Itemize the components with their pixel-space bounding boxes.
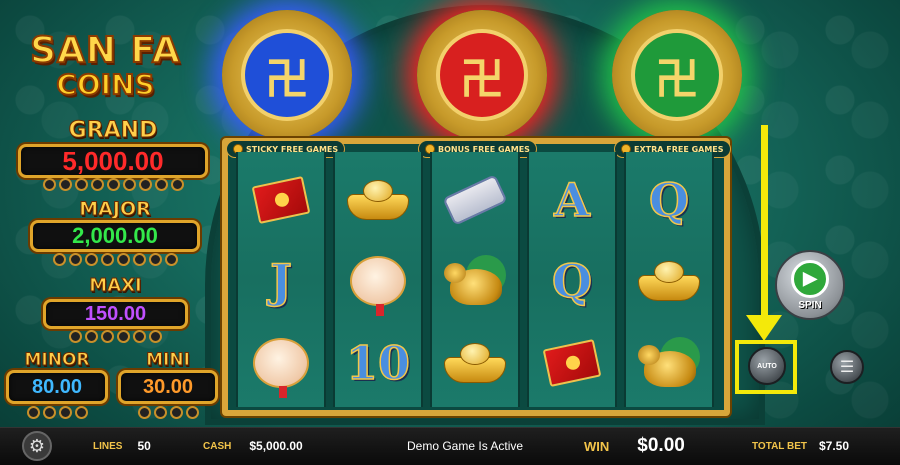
play-arrow-icon: ▶	[791, 259, 829, 298]
symbol-scroll	[435, 162, 515, 238]
jackpot-major-value: 2,000.00	[30, 220, 200, 252]
total-bet-label: TOTAL BET	[752, 440, 807, 452]
blue-medallion: 卍	[222, 10, 352, 140]
shou-symbol-icon: 卍	[655, 54, 699, 105]
jackpot-minor-label: MINOR	[24, 350, 90, 371]
total-bet-display: TOTAL BET $7.50	[752, 427, 849, 465]
jackpot-minor-dots	[6, 406, 108, 419]
total-bet-value: $7.50	[819, 439, 850, 453]
win-label: WIN	[584, 438, 610, 454]
jackpot-maxi-label: MAXI	[89, 275, 142, 297]
shou-symbol-icon: 卍	[265, 54, 309, 105]
logo-line2: COINS	[55, 67, 155, 102]
jackpot-mini-value: 30.00	[118, 370, 218, 404]
jackpot-maxi: MAXI 150.00	[43, 275, 188, 345]
symbol-gold-ingot	[629, 243, 709, 319]
symbol-lantern	[338, 243, 418, 319]
red-medallion: 卍	[417, 10, 547, 140]
symbol-a: A	[553, 172, 590, 228]
jackpot-grand-label: GRAND	[68, 118, 158, 144]
red-envelope-icon	[251, 176, 311, 224]
symbol-q: Q	[648, 172, 690, 228]
symbol-red-envelope	[532, 325, 612, 401]
game-logo: SAN FA COINS	[8, 29, 203, 105]
win-value: $0.00	[637, 435, 685, 456]
lantern-icon	[253, 338, 309, 398]
status-message: Demo Game Is Active	[407, 439, 524, 453]
gold-ingot-icon	[444, 343, 506, 383]
jackpot-minor: MINOR 80.00	[6, 350, 108, 420]
jackpot-grand-dots	[18, 178, 208, 191]
jackpot-maxi-value: 150.00	[43, 299, 188, 329]
red-envelope-icon	[542, 339, 602, 387]
shou-symbol-icon: 卍	[460, 54, 504, 105]
spin-button[interactable]: ▶ SPIN	[775, 250, 845, 320]
gold-ingot-icon	[347, 180, 409, 220]
gear-icon: ⚙	[28, 435, 46, 456]
cash-value: $5,000.00	[249, 439, 303, 453]
jackpot-grand-value: 5,000.00	[18, 144, 208, 178]
jackpot-major: MAJOR 2,000.00	[30, 198, 200, 268]
auto-label: AUTO	[757, 362, 777, 370]
jackpot-major-dots	[30, 253, 200, 266]
jackpot-minor-value: 80.00	[6, 370, 108, 404]
jackpot-maxi-dots	[43, 330, 188, 343]
symbol-golden-turtle	[435, 243, 515, 319]
coin-stack-icon: ☰	[839, 359, 855, 376]
jackpot-grand: GRAND 5,000.00	[18, 118, 208, 196]
jackpot-mini-label: MINI	[146, 350, 191, 371]
symbol-gold-ingot	[435, 325, 515, 401]
symbol-red-envelope	[241, 162, 321, 238]
symbol-gold-ingot	[338, 162, 418, 238]
cash-display: CASH $5,000.00	[203, 427, 303, 465]
green-medallion: 卍	[612, 10, 742, 140]
symbol-lantern	[241, 325, 321, 401]
coin-stack-button[interactable]: ☰	[830, 350, 864, 384]
symbol-10: 10	[345, 335, 411, 391]
game-stage: SAN FA COINS GRAND 5,000.00 MAJOR 2,000.…	[0, 0, 900, 465]
annotation-arrow-head	[746, 315, 782, 341]
lantern-icon	[350, 256, 406, 316]
auto-button[interactable]: AUTO	[748, 347, 786, 385]
annotation-arrow	[761, 125, 768, 325]
jackpot-major-label: MAJOR	[79, 198, 151, 221]
symbol-q: Q	[551, 253, 593, 309]
lines-value: 50	[137, 439, 151, 453]
logo-line1: SAN FA	[29, 29, 181, 72]
win-display: WIN $0.00	[584, 427, 685, 465]
gold-ingot-icon	[638, 261, 700, 301]
symbol-golden-turtle	[629, 325, 709, 401]
jackpot-mini: MINI 30.00	[118, 350, 218, 420]
cash-label: CASH	[203, 440, 232, 452]
scroll-icon	[442, 174, 508, 226]
spin-label: SPIN	[798, 299, 822, 311]
symbol-j: J	[269, 253, 292, 309]
jackpot-mini-dots	[118, 406, 218, 419]
settings-button[interactable]: ⚙	[22, 431, 52, 461]
golden-turtle-icon	[638, 337, 700, 389]
lines-label: LINES	[93, 440, 123, 452]
lines-display: LINES 50	[93, 427, 151, 465]
golden-turtle-icon	[444, 255, 506, 307]
